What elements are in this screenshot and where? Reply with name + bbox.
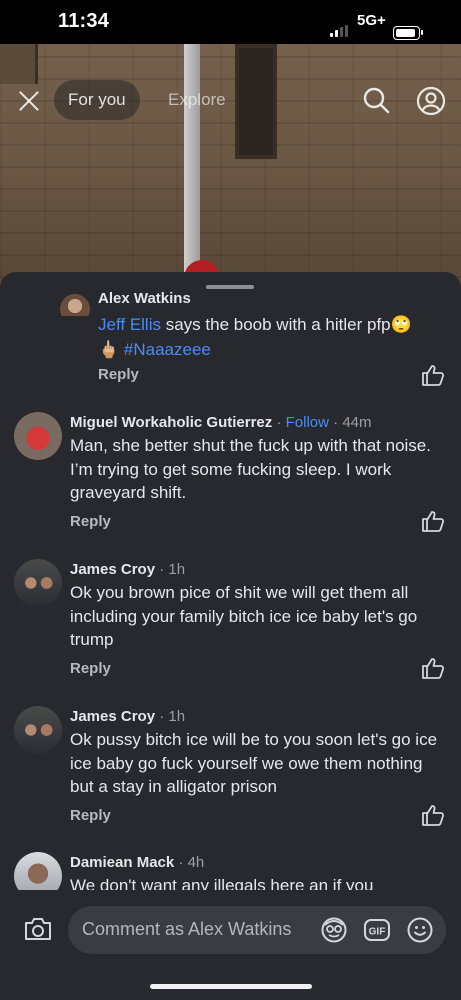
comment-time: 4h <box>187 854 205 871</box>
comment-input[interactable]: Comment as Alex Watkins GIF <box>68 906 446 954</box>
comment-header: Miguel Workaholic Gutierrez · Follow · 4… <box>70 414 372 431</box>
comment-author[interactable]: Alex Watkins <box>98 292 191 307</box>
comment-author[interactable]: James Croy <box>70 708 155 725</box>
profile-icon[interactable] <box>416 86 446 116</box>
network-type: 5G+ <box>357 12 386 29</box>
reply-button[interactable]: Reply <box>98 366 139 383</box>
status-time: 11:34 <box>58 10 110 32</box>
gif-label: GIF <box>369 927 386 938</box>
comment-text: says the boob with a hitler pfp <box>161 315 391 334</box>
like-icon[interactable] <box>421 510 445 532</box>
comment-time: 1h <box>168 561 186 578</box>
comment-author[interactable]: James Croy <box>70 561 155 578</box>
comment-header: James Croy · 1h <box>70 708 186 725</box>
battery-icon <box>393 26 423 40</box>
eye-roll-emoji: 🙄 <box>390 315 412 334</box>
gif-icon[interactable]: GIF <box>363 916 391 944</box>
search-icon[interactable] <box>362 86 390 114</box>
reply-button[interactable]: Reply <box>70 807 111 824</box>
top-navigation: For you Explore <box>0 78 461 124</box>
partial-comment-body: Jeff Ellis says the boob with a hitler p… <box>98 312 443 362</box>
signal-icon <box>330 25 350 37</box>
like-icon[interactable] <box>421 657 445 679</box>
comment-header: James Croy · 1h <box>70 561 186 578</box>
avatar[interactable] <box>14 412 62 460</box>
avatar[interactable] <box>60 294 90 316</box>
hashtag-link[interactable]: #Naaazeee <box>124 340 211 359</box>
status-bar: 11:34 5G+ <box>0 0 461 44</box>
comment-author[interactable]: Miguel Workaholic Gutierrez <box>70 414 272 431</box>
comment-body: Man, she better shut the fuck up with th… <box>70 436 431 502</box>
comment-header: Damiean Mack · 4h <box>70 854 205 871</box>
home-indicator <box>150 984 312 989</box>
reply-button[interactable]: Reply <box>70 513 111 530</box>
follow-button[interactable]: Follow <box>286 414 329 431</box>
sheet-grabber[interactable] <box>206 285 254 289</box>
comment-composer: Comment as Alex Watkins GIF <box>0 890 461 1000</box>
camera-icon[interactable] <box>23 916 53 942</box>
comment-time: 1h <box>168 708 186 725</box>
comment-body: Ok you brown pice of shit we will get th… <box>70 583 418 649</box>
comment-placeholder: Comment as Alex Watkins <box>82 919 292 939</box>
tab-for-you[interactable]: For you <box>54 80 140 120</box>
avatar[interactable] <box>14 559 62 607</box>
comment-time: 44m <box>342 414 372 431</box>
middle-finger-emoji: 🖕🏼 <box>98 340 120 359</box>
like-icon[interactable] <box>421 804 445 826</box>
avatar[interactable] <box>14 706 62 754</box>
tab-explore[interactable]: Explore <box>168 80 226 120</box>
avatar-sticker-icon[interactable] <box>320 916 348 944</box>
close-icon[interactable] <box>16 88 42 114</box>
emoji-icon[interactable] <box>406 916 434 944</box>
comment-body: Ok pussy bitch ice will be to you soon l… <box>70 730 438 796</box>
mention-link[interactable]: Jeff Ellis <box>98 315 161 334</box>
reply-button[interactable]: Reply <box>70 660 111 677</box>
like-icon[interactable] <box>421 364 445 386</box>
comment-author[interactable]: Damiean Mack <box>70 854 174 871</box>
